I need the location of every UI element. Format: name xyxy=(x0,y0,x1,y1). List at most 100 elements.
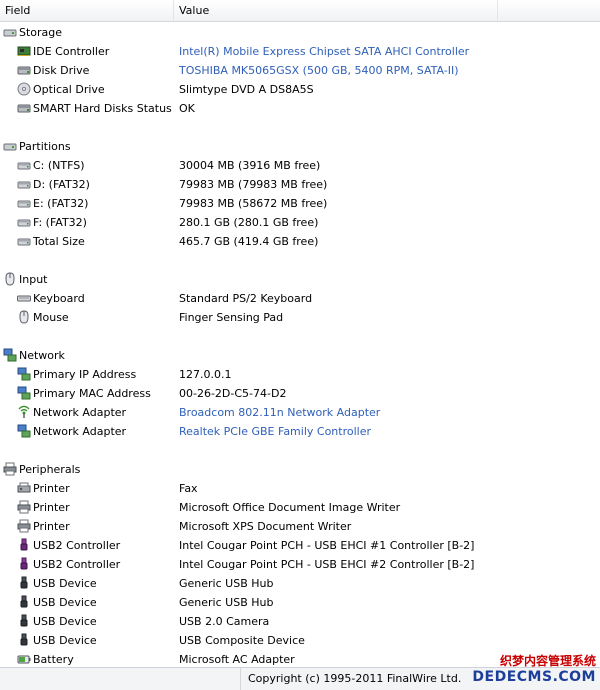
list-item[interactable]: E: (FAT32) 79983 MB (58672 MB free) xyxy=(0,194,600,213)
network-icon xyxy=(17,386,31,400)
category-label: Network xyxy=(19,349,65,362)
list-item[interactable]: Printer Fax xyxy=(0,479,600,498)
value-text: USB Composite Device xyxy=(179,634,305,647)
list-item[interactable]: Printer Microsoft XPS Document Writer xyxy=(0,517,600,536)
network-icon xyxy=(17,424,31,438)
battery-icon xyxy=(17,652,31,666)
value-text: Finger Sensing Pad xyxy=(179,311,284,324)
value-text: 00-26-2D-C5-74-D2 xyxy=(179,387,287,400)
value-text: Microsoft XPS Document Writer xyxy=(179,520,352,533)
value-link[interactable]: Broadcom 802.11n Network Adapter xyxy=(179,403,380,422)
usb-controller-icon xyxy=(17,557,31,571)
value-text: USB 2.0 Camera xyxy=(179,615,270,628)
disk-drive-icon xyxy=(17,63,31,77)
field-label: USB Device xyxy=(33,634,97,647)
value-text: Intel Cougar Point PCH - USB EHCI #2 Con… xyxy=(179,558,475,571)
category-label: Partitions xyxy=(19,140,71,153)
field-label: Network Adapter xyxy=(33,425,127,438)
list-item[interactable]: USB2 Controller Intel Cougar Point PCH - … xyxy=(0,555,600,574)
list-item[interactable]: Keyboard Standard PS/2 Keyboard xyxy=(0,289,600,308)
usb-device-icon xyxy=(17,595,31,609)
status-bar-left-pane xyxy=(0,668,241,690)
printer-icon xyxy=(3,462,17,476)
list-item[interactable]: C: (NTFS) 30004 MB (3916 MB free) xyxy=(0,156,600,175)
field-label: Printer xyxy=(33,482,70,495)
list-item[interactable]: USB Device Generic USB Hub xyxy=(0,593,600,612)
list-item[interactable]: Total Size 465.7 GB (419.4 GB free) xyxy=(0,232,600,251)
usb-device-icon xyxy=(17,614,31,628)
wireless-icon xyxy=(17,405,31,419)
list-item[interactable]: IDE Controller Intel(R) Mobile Express Ch… xyxy=(0,42,600,61)
list-item[interactable]: USB Device Generic USB Hub xyxy=(0,574,600,593)
field-label: Printer xyxy=(33,520,70,533)
field-label: Keyboard xyxy=(33,292,85,305)
list-item[interactable]: Network Adapter Broadcom 802.11n Network … xyxy=(0,403,600,422)
list-item[interactable]: Mouse Finger Sensing Pad xyxy=(0,308,600,327)
value-text: 127.0.0.1 xyxy=(179,368,232,381)
drive-icon xyxy=(3,139,17,153)
field-label: SMART Hard Disks Status xyxy=(33,102,172,115)
list-item[interactable]: Printer Microsoft Office Document Image W… xyxy=(0,498,600,517)
value-link[interactable]: TOSHIBA MK5065GSX (500 GB, 5400 RPM, SAT… xyxy=(179,61,459,80)
category-storage[interactable]: Storage xyxy=(0,23,600,42)
summary-list: Storage IDE Controller Intel(R) Mobile Exp… xyxy=(0,22,600,666)
field-label: USB Device xyxy=(33,596,97,609)
network-icon xyxy=(3,348,17,362)
list-item[interactable]: Optical Drive Slimtype DVD A DS8A5S xyxy=(0,80,600,99)
field-label: Printer xyxy=(33,501,70,514)
partition-icon xyxy=(17,196,31,210)
partition-icon xyxy=(17,215,31,229)
partition-icon xyxy=(17,234,31,248)
field-column-header[interactable]: Field xyxy=(0,0,174,21)
drive-icon xyxy=(3,25,17,39)
value-text: OK xyxy=(179,102,195,115)
controller-icon xyxy=(17,44,31,58)
category-input[interactable]: Input xyxy=(0,270,600,289)
category-label: Storage xyxy=(19,26,63,39)
field-label: D: (FAT32) xyxy=(33,178,90,191)
list-item[interactable]: USB Device USB Composite Device xyxy=(0,631,600,650)
value-text: 30004 MB (3916 MB free) xyxy=(179,159,321,172)
printer-icon xyxy=(17,500,31,514)
list-item[interactable]: F: (FAT32) 280.1 GB (280.1 GB free) xyxy=(0,213,600,232)
usb-device-icon xyxy=(17,633,31,647)
value-link[interactable]: Realtek PCIe GBE Family Controller xyxy=(179,422,371,441)
field-label: USB2 Controller xyxy=(33,558,121,571)
field-label: USB Device xyxy=(33,577,97,590)
mouse-icon xyxy=(17,310,31,324)
field-label: Mouse xyxy=(33,311,69,324)
value-text: Generic USB Hub xyxy=(179,577,274,590)
category-label: Peripherals xyxy=(19,463,81,476)
field-label: USB2 Controller xyxy=(33,539,121,552)
usb-controller-icon xyxy=(17,538,31,552)
list-item[interactable]: Network Adapter Realtek PCIe GBE Family C… xyxy=(0,422,600,441)
category-partitions[interactable]: Partitions xyxy=(0,137,600,156)
list-item[interactable]: Disk Drive TOSHIBA MK5065GSX (500 GB, 540… xyxy=(0,61,600,80)
category-network[interactable]: Network xyxy=(0,346,600,365)
value-text: Fax xyxy=(179,482,198,495)
value-column-header[interactable]: Value xyxy=(174,0,498,21)
list-item[interactable]: SMART Hard Disks Status OK xyxy=(0,99,600,118)
value-text: 465.7 GB (419.4 GB free) xyxy=(179,235,319,248)
list-item[interactable]: D: (FAT32) 79983 MB (79983 MB free) xyxy=(0,175,600,194)
keyboard-icon xyxy=(17,291,31,305)
value-text: Microsoft AC Adapter xyxy=(179,653,295,666)
list-item[interactable]: Primary IP Address 127.0.0.1 xyxy=(0,365,600,384)
field-label: Primary IP Address xyxy=(33,368,137,381)
list-item[interactable]: USB Device USB 2.0 Camera xyxy=(0,612,600,631)
value-text: Microsoft Office Document Image Writer xyxy=(179,501,401,514)
category-label: Input xyxy=(19,273,48,286)
category-peripherals[interactable]: Peripherals xyxy=(0,460,600,479)
mouse-icon xyxy=(3,272,17,286)
network-icon xyxy=(17,367,31,381)
value-link[interactable]: Intel(R) Mobile Express Chipset SATA AHC… xyxy=(179,42,469,61)
list-item[interactable]: Battery Microsoft AC Adapter xyxy=(0,650,600,666)
value-text: Slimtype DVD A DS8A5S xyxy=(179,83,314,96)
value-text: 79983 MB (58672 MB free) xyxy=(179,197,328,210)
field-label: Primary MAC Address xyxy=(33,387,151,400)
field-label: Battery xyxy=(33,653,74,666)
list-item[interactable]: USB2 Controller Intel Cougar Point PCH - … xyxy=(0,536,600,555)
field-label: Total Size xyxy=(33,235,85,248)
field-label: Network Adapter xyxy=(33,406,127,419)
list-item[interactable]: Primary MAC Address 00-26-2D-C5-74-D2 xyxy=(0,384,600,403)
